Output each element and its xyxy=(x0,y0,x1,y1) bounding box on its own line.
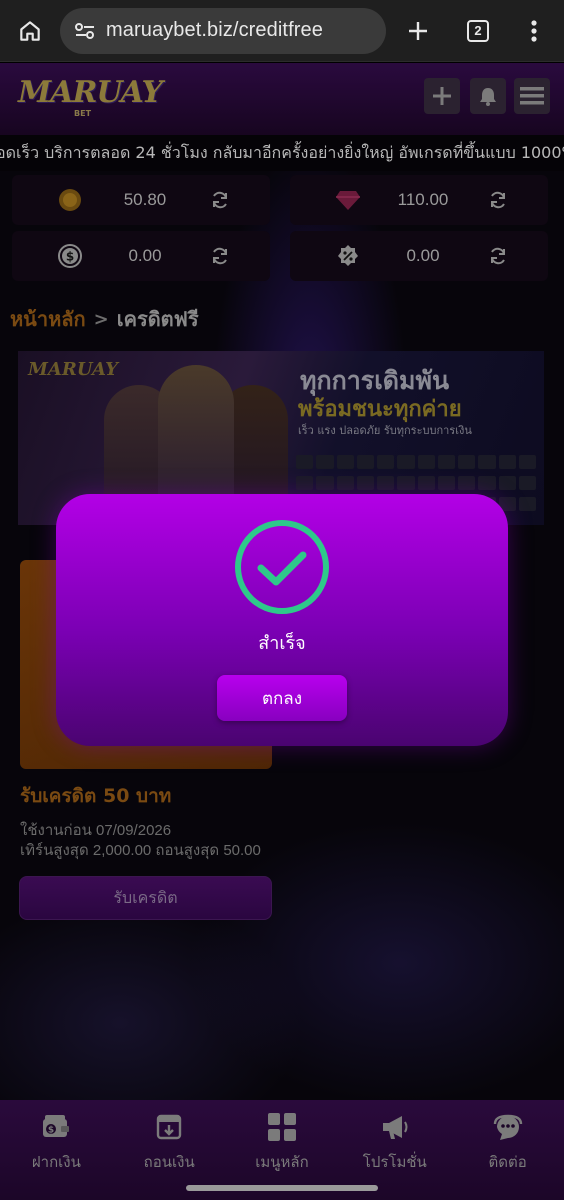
diamond-icon xyxy=(328,180,368,220)
refresh-icon[interactable] xyxy=(478,190,518,210)
breadcrumb: หน้าหลัก > เครดิตฟรี xyxy=(10,303,199,335)
balance-value: 0.00 xyxy=(406,246,440,265)
browser-toolbar: maruaybet.biz/creditfree 2 xyxy=(0,0,564,62)
tab-count: 2 xyxy=(467,19,489,42)
check-circle-icon xyxy=(233,518,331,616)
promo-limits: เทิร์นสูงสุด 2,000.00 ถอนสูงสุด 50.00 xyxy=(20,842,261,859)
promo-title: รับเครดิต 50 บาท xyxy=(20,785,172,807)
balance-diamond: 110.00 xyxy=(290,175,548,225)
add-button[interactable] xyxy=(424,78,460,114)
nav-contact[interactable]: ติดต่อ xyxy=(451,1100,564,1200)
hamburger-icon xyxy=(520,87,544,105)
balance-bonus: 0.00 xyxy=(290,231,548,281)
claim-credit-button[interactable]: รับเครดิต xyxy=(19,876,272,920)
new-tab-button[interactable] xyxy=(386,19,450,43)
badge-percent-icon xyxy=(328,236,368,276)
refresh-icon[interactable] xyxy=(200,190,240,210)
site-logo[interactable]: MARUAY BET xyxy=(18,75,163,123)
breadcrumb-current: เครดิตฟรี xyxy=(116,307,199,331)
url-text[interactable]: maruaybet.biz/creditfree xyxy=(106,19,323,42)
address-bar[interactable]: maruaybet.biz/creditfree xyxy=(60,7,386,54)
notification-button[interactable] xyxy=(470,78,506,114)
svg-text:$: $ xyxy=(66,250,74,264)
nav-label: ติดต่อ xyxy=(488,1153,527,1171)
banner-logo: MARUAY xyxy=(28,359,118,380)
tab-switcher-button[interactable]: 2 xyxy=(450,19,506,42)
home-button[interactable] xyxy=(0,0,60,62)
plus-icon xyxy=(409,21,427,40)
marquee-text: อดเร็ว บริการตลอด 24 ชั่วโมง กลับมาอีกคร… xyxy=(0,142,564,162)
nav-deposit[interactable]: $ ฝากเงิน xyxy=(0,1100,113,1200)
chat-icon xyxy=(492,1110,524,1144)
refresh-icon[interactable] xyxy=(478,246,518,266)
nav-label: เมนูหลัก xyxy=(255,1153,309,1171)
nav-label: ถอนเงิน xyxy=(143,1153,195,1171)
deposit-icon: $ xyxy=(41,1110,71,1144)
balance-value: 110.00 xyxy=(397,190,449,209)
balance-value: 50.80 xyxy=(123,190,167,209)
withdraw-icon xyxy=(155,1110,183,1144)
breadcrumb-home-link[interactable]: หน้าหลัก xyxy=(10,303,86,335)
breadcrumb-separator: > xyxy=(93,308,109,330)
success-dialog: สำเร็จ ตกลง xyxy=(56,494,508,746)
nav-label: โปรโมชั่น xyxy=(362,1153,427,1171)
balance-value: 0.00 xyxy=(128,246,162,265)
megaphone-icon xyxy=(380,1110,410,1144)
more-vert-icon xyxy=(531,19,537,42)
banner-tagline: เร็ว แรง ปลอดภัย รับทุกระบบการเงิน xyxy=(298,424,472,437)
grid-menu-icon xyxy=(267,1110,297,1144)
refresh-icon[interactable] xyxy=(200,246,240,266)
coin-icon xyxy=(50,180,90,220)
site-header: MARUAY BET xyxy=(0,63,564,135)
hamburger-menu-button[interactable] xyxy=(514,78,550,114)
site-settings-icon[interactable] xyxy=(74,22,100,40)
nav-label: ฝากเงิน xyxy=(31,1153,81,1171)
home-icon xyxy=(20,20,40,41)
dollar-clock-icon: $ xyxy=(50,236,90,276)
announcement-marquee: อดเร็ว บริการตลอด 24 ชั่วโมง กลับมาอีกคร… xyxy=(0,135,564,171)
gesture-navigation-bar[interactable] xyxy=(186,1185,378,1191)
wallet-balances: 50.80 110.00 $ 0.00 0.00 xyxy=(12,171,552,285)
svg-text:$: $ xyxy=(48,1126,54,1136)
dialog-status-text: สำเร็จ xyxy=(258,633,306,654)
browser-menu-button[interactable] xyxy=(506,19,562,43)
bell-icon xyxy=(480,88,496,106)
balance-coin: 50.80 xyxy=(12,175,270,225)
plus-icon xyxy=(433,87,451,105)
ok-button[interactable]: ตกลง xyxy=(217,675,347,721)
balance-cash: $ 0.00 xyxy=(12,231,270,281)
